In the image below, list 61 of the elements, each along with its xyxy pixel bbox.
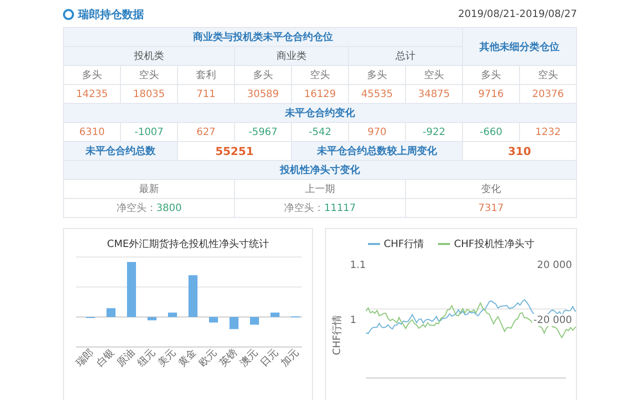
circle-icon [63, 8, 74, 20]
bar [230, 317, 238, 330]
axis-label: 瑞郎 [74, 347, 96, 370]
column-header: 套利 [178, 66, 234, 84]
column-header: 变化 [406, 180, 576, 198]
axis-label: 欧元 [197, 347, 220, 370]
axis-label: 1.1 [350, 260, 366, 271]
table-header: 未平仓合约总数较上周变化 [292, 142, 462, 160]
column-header: 多头 [462, 66, 520, 84]
bar [209, 317, 218, 322]
section-title: 瑞郎持仓数据 [78, 6, 144, 22]
axis-label: 澳元 [238, 347, 260, 370]
value-text: 7317 [478, 202, 504, 214]
column-header: 多头 [234, 66, 292, 84]
table-header: 总计 [348, 46, 462, 66]
bar [168, 312, 177, 317]
column-header: 多头 [64, 66, 120, 84]
axis-label: 原油 [115, 347, 138, 370]
table-header: 未平仓合约变化 [64, 104, 576, 122]
axis-title: CHF行情 [332, 314, 343, 356]
axis-label: 20 000 [537, 260, 572, 271]
bar [188, 275, 198, 317]
axis-label: 美元 [156, 347, 178, 370]
axis-label: 黄金 [176, 347, 199, 370]
axis-label: 英镑 [218, 347, 240, 370]
column-header: 上一期 [234, 180, 406, 198]
bar [270, 312, 280, 317]
table-header: 商业类 [234, 46, 348, 66]
bar [148, 317, 156, 320]
axis-label: 纽元 [136, 347, 158, 370]
column-header: 空头 [520, 66, 576, 84]
value-label: 净空头： [116, 203, 156, 214]
axis-label: -20 000 [533, 315, 572, 326]
table-cell: 1232 [520, 122, 576, 142]
bar [250, 317, 259, 325]
table-header: 未平仓合约总数 [64, 142, 178, 160]
column-header: 最新 [64, 180, 234, 198]
axis-label: 加元 [279, 347, 302, 370]
bar [106, 308, 116, 317]
axis-label: 1 [350, 315, 356, 326]
table-header: 投机性净头寸变化 [64, 160, 576, 180]
legend-label: CHF投机性净头寸 [454, 238, 534, 251]
table-header: 其他未细分类仓位 [462, 28, 576, 66]
value-label: 净空头： [284, 203, 324, 214]
value-text: 11117 [324, 203, 356, 214]
axis-label: 日元 [258, 347, 281, 370]
axis-label: 白银 [94, 347, 117, 370]
bar [127, 262, 136, 317]
column-header: 空头 [120, 66, 178, 84]
table-header: 投机类 [64, 46, 234, 66]
date-range: 2019/08/21-2019/08/27 [458, 8, 577, 20]
column-header: 空头 [406, 66, 462, 84]
table-cell: -5967 [234, 122, 292, 142]
legend-label: CHF行情 [384, 238, 424, 251]
table-cell: 627 [178, 122, 234, 142]
column-header: 多头 [348, 66, 406, 84]
column-header: 空头 [292, 66, 348, 84]
value-text: 3800 [156, 203, 182, 214]
table-cell: -660 [462, 122, 520, 142]
table-header: 商业类与投机类未平仓合约仓位 [64, 28, 462, 46]
chart-title: CME外汇期货持仓投机性净头寸统计 [106, 238, 270, 251]
